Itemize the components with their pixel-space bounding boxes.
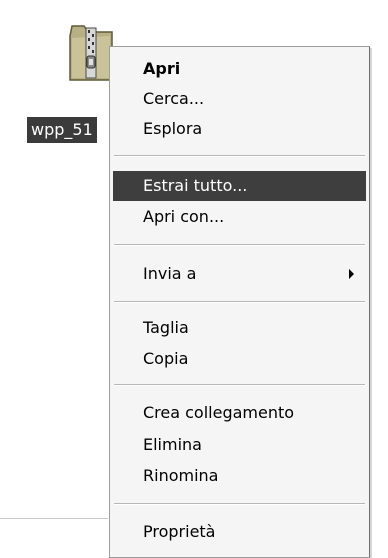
menu-separator xyxy=(114,244,365,246)
menu-item-apri-con[interactable]: Apri con... xyxy=(113,202,366,232)
menu-item-rinomina[interactable]: Rinomina xyxy=(113,461,366,491)
menu-item-estrai-tutto[interactable]: Estrai tutto... xyxy=(113,171,366,201)
menu-separator xyxy=(114,155,365,157)
menu-item-apri[interactable]: Apri xyxy=(113,54,366,84)
menu-item-cerca[interactable]: Cerca... xyxy=(113,84,366,114)
context-menu: Apri Cerca... Esplora Estrai tutto... Ap… xyxy=(109,46,370,558)
menu-item-proprieta[interactable]: Proprietà xyxy=(113,517,366,547)
chevron-right-icon xyxy=(349,269,354,279)
menu-item-esplora[interactable]: Esplora xyxy=(113,114,366,144)
menu-item-invia-a-label: Invia a xyxy=(143,264,197,283)
desktop-divider xyxy=(0,518,108,519)
menu-item-taglia[interactable]: Taglia xyxy=(113,313,366,343)
menu-separator xyxy=(114,384,365,386)
menu-item-copia[interactable]: Copia xyxy=(113,344,366,374)
desktop-file-label[interactable]: wpp_51 xyxy=(27,117,97,143)
menu-item-crea-collegamento[interactable]: Crea collegamento xyxy=(113,398,366,428)
menu-separator xyxy=(114,301,365,303)
menu-item-invia-a[interactable]: Invia a xyxy=(113,259,366,289)
menu-item-elimina[interactable]: Elimina xyxy=(113,430,366,460)
menu-separator xyxy=(114,503,365,505)
